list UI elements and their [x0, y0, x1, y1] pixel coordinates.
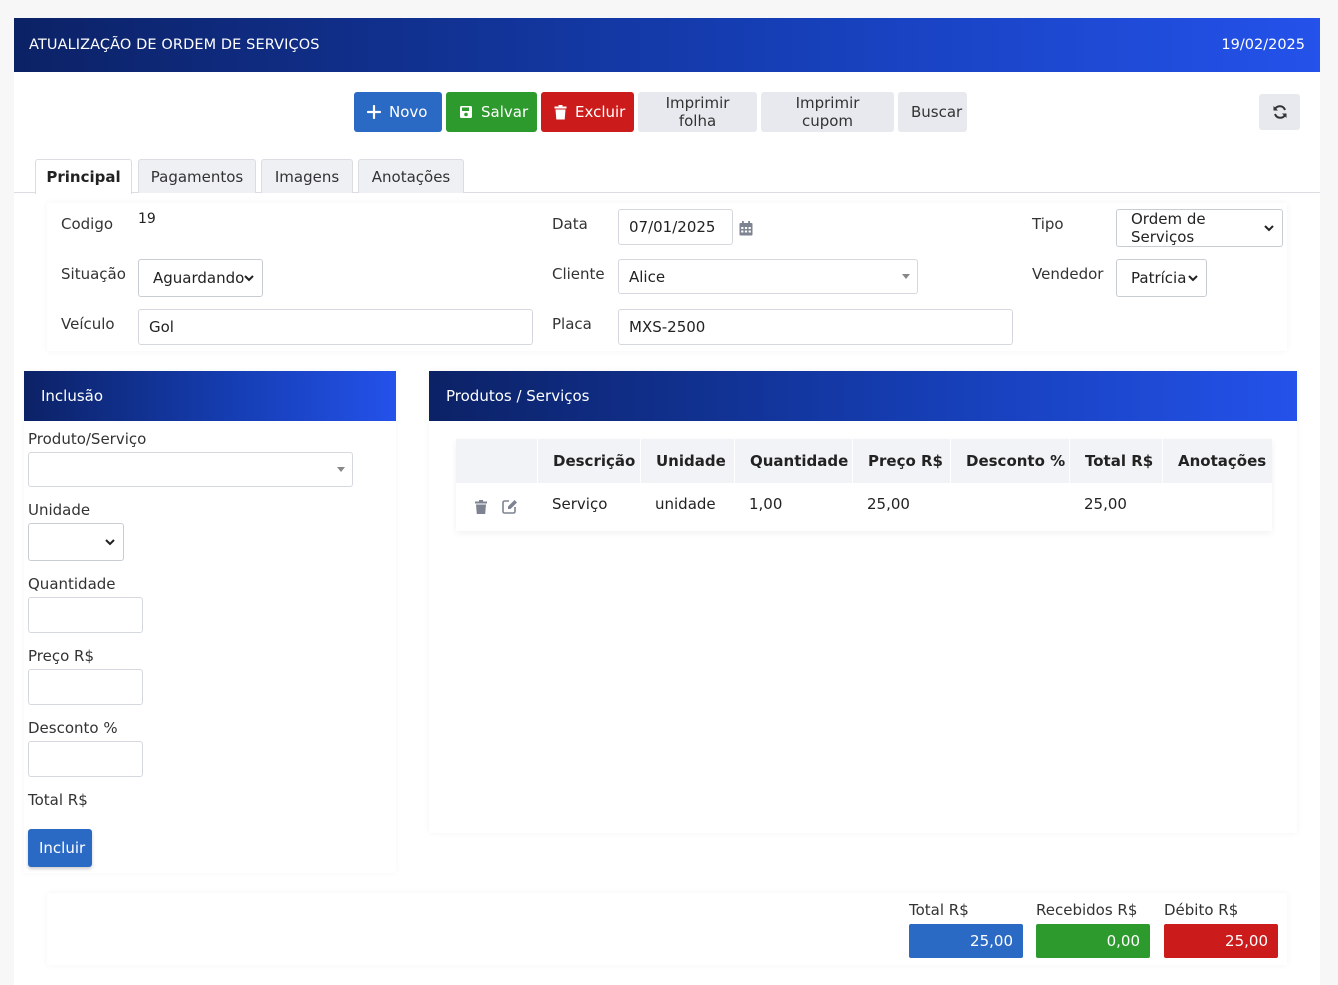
data-label: Data: [552, 215, 588, 233]
chevron-down-icon: [105, 538, 115, 546]
buscar-button[interactable]: Buscar: [898, 92, 967, 132]
unidade-label: Unidade: [28, 501, 91, 519]
produto-combobox[interactable]: [28, 452, 353, 487]
tab-bar: Principal Pagamentos Imagens Anotações: [14, 159, 1320, 194]
tipo-value: Ordem de Serviços: [1131, 210, 1206, 246]
total-amount-label: Total R$: [909, 901, 969, 919]
quantidade-label: Quantidade: [28, 575, 116, 593]
chevron-down-icon: [1264, 224, 1274, 232]
action-toolbar: Novo Salvar Excluir Imprimir folha Impri…: [354, 92, 967, 132]
codigo-value: 19: [138, 211, 156, 227]
tipo-label: Tipo: [1032, 215, 1064, 233]
column-header-desconto[interactable]: Desconto %: [950, 439, 1069, 483]
column-header-unidade[interactable]: Unidade: [640, 439, 734, 483]
tipo-select[interactable]: Ordem de Serviços: [1116, 209, 1283, 247]
veiculo-value: Gol: [149, 318, 174, 336]
tab-principal[interactable]: Principal: [35, 159, 132, 194]
incluir-button[interactable]: Incluir: [28, 829, 92, 867]
tab-pagamentos[interactable]: Pagamentos: [138, 159, 256, 193]
caret-down-icon: [337, 467, 345, 472]
desconto-input[interactable]: [28, 741, 143, 777]
cell-quantidade: 1,00: [749, 495, 783, 513]
edit-icon[interactable]: [502, 499, 518, 514]
chevron-down-icon: [1188, 274, 1198, 282]
recebidos-label: Recebidos R$: [1036, 901, 1138, 919]
current-date: 19/02/2025: [1221, 37, 1305, 53]
column-header-descricao[interactable]: Descrição: [537, 439, 640, 483]
cell-unidade: unidade: [655, 495, 716, 513]
produtos-header: Produtos / Serviços: [429, 371, 1297, 421]
situacao-select[interactable]: Aguardando: [138, 259, 263, 297]
calendar-icon[interactable]: [739, 221, 753, 236]
unidade-select[interactable]: [28, 523, 124, 561]
inclusao-header: Inclusão: [24, 371, 396, 421]
caret-down-icon: [902, 274, 910, 279]
veiculo-label: Veículo: [61, 315, 115, 333]
produtos-table: Descrição Unidade Quantidade Preço R$ De…: [456, 439, 1272, 531]
novo-button[interactable]: Novo: [354, 92, 442, 132]
recebidos-value: 0,00: [1036, 924, 1150, 958]
produto-label: Produto/Serviço: [28, 430, 147, 448]
placa-label: Placa: [552, 315, 592, 333]
debito-label: Débito R$: [1164, 901, 1239, 919]
cliente-combobox[interactable]: Alice: [618, 259, 918, 294]
refresh-icon: [1272, 104, 1288, 120]
excluir-button[interactable]: Excluir: [541, 92, 634, 132]
situacao-value: Aguardando: [153, 269, 245, 287]
tab-anotacoes[interactable]: Anotações: [358, 159, 464, 193]
placa-input[interactable]: MXS-2500: [618, 309, 1013, 345]
cell-preco: 25,00: [867, 495, 910, 513]
tab-imagens[interactable]: Imagens: [261, 159, 353, 193]
column-header-anotacoes[interactable]: Anotações: [1162, 439, 1272, 483]
quantidade-input[interactable]: [28, 597, 143, 633]
cliente-value: Alice: [629, 267, 666, 286]
vendedor-label: Vendedor: [1032, 265, 1104, 283]
situacao-label: Situação: [61, 265, 126, 283]
salvar-label: Salvar: [481, 103, 529, 121]
codigo-label: Codigo: [61, 215, 114, 233]
column-header-preco[interactable]: Preço R$: [852, 439, 950, 483]
cell-total: 25,00: [1084, 495, 1127, 513]
desconto-label: Desconto %: [28, 719, 118, 737]
excluir-label: Excluir: [575, 103, 626, 121]
table-header: Descrição Unidade Quantidade Preço R$ De…: [456, 439, 1272, 483]
column-header-total[interactable]: Total R$: [1069, 439, 1162, 483]
title-bar: ATUALIZAÇÃO DE ORDEM DE SERVIÇOS 19/02/2…: [14, 18, 1320, 72]
trash-icon[interactable]: [475, 500, 487, 514]
data-value: 07/01/2025: [629, 218, 716, 236]
column-header-actions: [456, 439, 537, 483]
vendedor-select[interactable]: Patrícia: [1116, 259, 1207, 297]
imprimir-folha-button[interactable]: Imprimir folha: [638, 92, 757, 132]
plus-icon: [367, 105, 381, 119]
cliente-label: Cliente: [552, 265, 605, 283]
veiculo-input[interactable]: Gol: [138, 309, 533, 345]
cell-descricao: Serviço: [552, 495, 608, 513]
preco-input[interactable]: [28, 669, 143, 705]
salvar-button[interactable]: Salvar: [446, 92, 537, 132]
column-header-quantidade[interactable]: Quantidade: [734, 439, 852, 483]
placa-value: MXS-2500: [629, 318, 706, 336]
page-title: ATUALIZAÇÃO DE ORDEM DE SERVIÇOS: [29, 37, 320, 53]
total-amount-value: 25,00: [909, 924, 1023, 958]
save-icon: [459, 105, 473, 119]
novo-label: Novo: [389, 103, 428, 121]
imprimir-cupom-button[interactable]: Imprimir cupom: [761, 92, 894, 132]
refresh-button[interactable]: [1259, 94, 1300, 130]
data-input[interactable]: 07/01/2025: [618, 209, 733, 245]
debito-value: 25,00: [1164, 924, 1278, 958]
trash-icon: [554, 104, 567, 120]
inclusao-title: Inclusão: [41, 387, 104, 405]
chevron-down-icon: [244, 274, 255, 282]
total-label: Total R$: [28, 791, 88, 809]
vendedor-value: Patrícia: [1131, 269, 1187, 287]
preco-label: Preço R$: [28, 647, 95, 665]
produtos-title: Produtos / Serviços: [446, 387, 590, 405]
